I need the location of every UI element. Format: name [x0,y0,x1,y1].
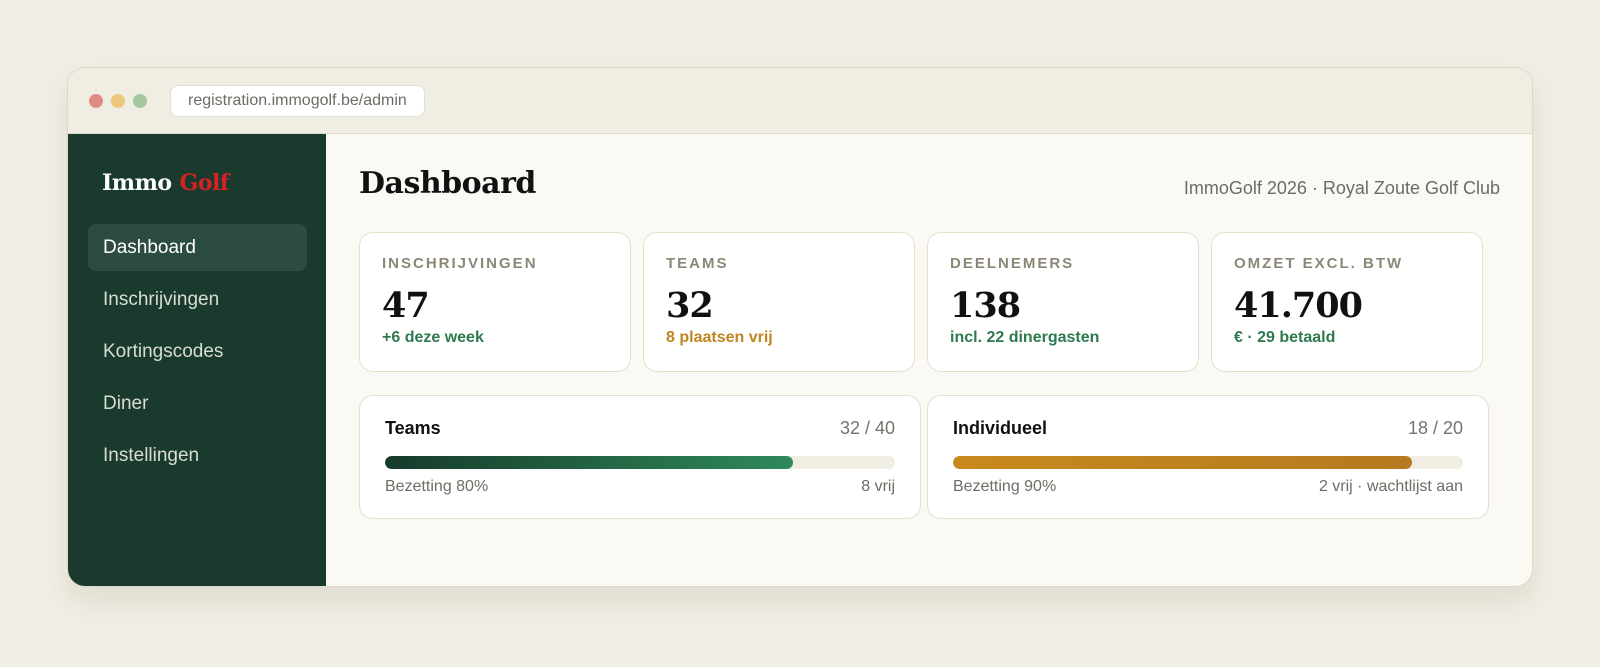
sidebar: Immo Golf Dashboard Inschrijvingen Kortin… [68,134,326,586]
sidebar-item-diner[interactable]: Diner [88,380,307,427]
progress-fill [953,456,1412,469]
stat-value: 32 [666,285,714,326]
stat-card-deelnemers: DEELNEMERS 138 incl. 22 dinergasten [927,232,1199,372]
progress-fill [385,456,793,469]
stat-card-teams: TEAMS 32 8 plaatsen vrij [643,232,915,372]
capacity-count: 18 / 20 [1407,418,1463,438]
stat-subtext: € · 29 betaald [1234,329,1336,346]
main-content: Dashboard ImmoGolf 2026 · Royal Zoute Go… [326,134,1532,586]
logo-word-immo: Immo [102,170,172,196]
sidebar-nav: Dashboard Inschrijvingen Kortingscodes D… [88,224,307,484]
maximize-window-button[interactable] [133,94,147,108]
capacity-card-individueel: Individueel 18 / 20 Bezetting 90% 2 vrij… [927,395,1489,519]
minimize-window-button[interactable] [111,94,125,108]
stat-label: INSCHRIJVINGEN [382,255,538,272]
logo-word-golf: Golf [179,170,230,196]
capacity-card-teams: Teams 32 / 40 Bezetting 80% 8 vrij [359,395,921,519]
stat-value: 41.700 [1234,285,1363,326]
page-title: Dashboard [359,166,536,201]
sidebar-item-dashboard[interactable]: Dashboard [88,224,307,271]
availability-label: 8 vrij [861,478,895,495]
stat-label: DEELNEMERS [950,255,1075,272]
progress-track [953,456,1463,469]
stat-label: OMZET EXCL. BTW [1234,255,1404,272]
capacity-count: 32 / 40 [839,418,895,438]
browser-window: registration.immogolf.be/admin Immo Golf … [67,67,1533,587]
stat-card-inschrijvingen: INSCHRIJVINGEN 47 +6 deze week [359,232,631,372]
browser-titlebar: registration.immogolf.be/admin [68,68,1532,134]
stat-value: 138 [950,285,1021,326]
stat-card-omzet: OMZET EXCL. BTW 41.700 € · 29 betaald [1211,232,1483,372]
availability-label: 2 vrij · wachtlijst aan [1318,478,1463,495]
occupancy-label: Bezetting 80% [385,478,489,495]
stat-subtext: +6 deze week [382,329,484,346]
progress-track [385,456,895,469]
capacity-title: Individueel [953,418,1048,438]
logo[interactable]: Immo Golf [102,170,229,196]
stat-value: 47 [382,285,430,326]
event-info: ImmoGolf 2026 · Royal Zoute Golf Club [1183,178,1500,198]
occupancy-label: Bezetting 90% [953,478,1057,495]
stat-subtext: 8 plaatsen vrij [666,329,773,346]
sidebar-item-instellingen[interactable]: Instellingen [88,432,307,479]
close-window-button[interactable] [89,94,103,108]
sidebar-item-kortingscodes[interactable]: Kortingscodes [88,328,307,375]
stat-subtext: incl. 22 dinergasten [950,329,1100,346]
capacity-title: Teams [385,418,441,438]
stat-label: TEAMS [666,255,729,272]
address-bar[interactable]: registration.immogolf.be/admin [170,85,425,117]
sidebar-item-inschrijvingen[interactable]: Inschrijvingen [88,276,307,323]
